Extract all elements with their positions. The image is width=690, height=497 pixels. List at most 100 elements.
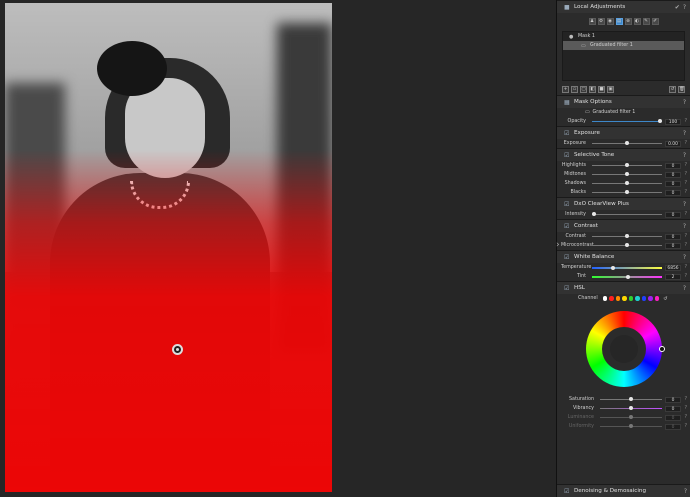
local-tool-eraser-icon[interactable]: ✎ [642, 17, 650, 25]
vibrancy-slider[interactable] [600, 406, 662, 410]
tint-value[interactable]: 2 [665, 273, 681, 280]
invert-mask-icon[interactable]: ◧ [589, 85, 596, 93]
slider-thumb[interactable] [625, 190, 629, 194]
help-icon[interactable]: ? [683, 223, 686, 230]
help-icon[interactable]: ? [681, 181, 687, 186]
help-icon[interactable]: ? [683, 4, 686, 11]
help-icon[interactable]: ? [681, 172, 687, 177]
local-tool-brush-icon[interactable]: ◉ [606, 17, 614, 25]
help-icon[interactable]: ? [684, 488, 687, 495]
show-mask-icon[interactable]: ■ [598, 85, 605, 93]
duplicate-mask-icon[interactable]: ▫ [571, 85, 578, 93]
help-icon[interactable]: ? [683, 152, 686, 159]
slider-thumb[interactable] [658, 119, 662, 123]
saturation-slider[interactable] [600, 397, 662, 401]
shadows-value[interactable]: 0 [665, 180, 681, 187]
help-icon[interactable]: ? [683, 201, 686, 208]
mask-options-header[interactable]: ▦ Mask Options ? [557, 95, 690, 108]
local-tool-gear-icon[interactable]: ⚙ [597, 17, 605, 25]
help-icon[interactable]: ? [681, 397, 687, 402]
check-icon[interactable]: ☑ [564, 254, 571, 261]
check-icon[interactable]: ☑ [564, 223, 571, 230]
local-tool-person-icon[interactable]: ♟ [588, 17, 596, 25]
help-icon[interactable]: ? [681, 141, 687, 146]
reset-icon[interactable]: ↺ [669, 85, 676, 93]
exposure-value[interactable]: 0.00 [665, 140, 681, 147]
slider-thumb[interactable] [626, 274, 631, 279]
slider-thumb[interactable] [629, 406, 633, 410]
intensity-slider[interactable] [592, 212, 662, 216]
channel-orange-dot[interactable] [615, 296, 621, 301]
slider-thumb[interactable] [625, 243, 629, 247]
hsl-wheel-handle[interactable] [658, 346, 665, 352]
help-icon[interactable]: ? [681, 243, 687, 248]
help-icon[interactable]: ? [681, 265, 687, 270]
opacity-value[interactable]: 100 [665, 118, 681, 125]
temperature-slider[interactable] [592, 265, 662, 270]
image-canvas[interactable] [0, 0, 556, 497]
contrast-slider[interactable] [592, 234, 662, 238]
channel-purple-dot[interactable] [648, 296, 653, 301]
blacks-slider[interactable] [592, 190, 662, 194]
slider-thumb[interactable] [629, 397, 633, 401]
contrast-value[interactable]: 0 [665, 233, 681, 240]
help-icon[interactable]: ? [681, 234, 687, 239]
white-balance-header[interactable]: ☑ White Balance ? [557, 250, 690, 263]
add-mask-icon[interactable]: + [562, 85, 569, 93]
slider-thumb[interactable] [625, 141, 629, 145]
delete-icon[interactable]: 🗑 [678, 85, 685, 93]
mask-item-selected[interactable]: ▭ Graduated filter 1 [563, 41, 684, 50]
microcontrast-value[interactable]: 0 [665, 242, 681, 249]
photo-preview[interactable] [5, 3, 332, 492]
opacity-slider[interactable] [592, 119, 662, 123]
check-icon[interactable]: ☑ [564, 488, 571, 495]
channel-green-dot[interactable] [628, 296, 634, 301]
panel-collapse-arrow-icon[interactable]: › [556, 240, 562, 250]
intensity-value[interactable]: 0 [665, 211, 681, 218]
channel-all-dot[interactable] [602, 296, 608, 301]
midtones-slider[interactable] [592, 172, 662, 176]
eye-icon[interactable]: ● [569, 34, 575, 40]
selective-tone-header[interactable]: ☑ Selective Tone ? [557, 148, 690, 161]
help-icon[interactable]: ? [683, 254, 686, 261]
help-icon[interactable]: ? [681, 119, 687, 124]
channel-yellow-dot[interactable] [622, 296, 627, 301]
exposure-header[interactable]: ☑ Exposure ? [557, 126, 690, 139]
check-icon[interactable]: ☑ [564, 201, 571, 208]
slider-thumb[interactable] [611, 265, 615, 270]
channel-cyan-dot[interactable] [635, 296, 640, 301]
help-icon[interactable]: ? [681, 406, 687, 411]
slider-thumb[interactable] [625, 172, 629, 176]
local-tool-eyedropper-icon[interactable]: ✐ [651, 17, 659, 25]
exposure-slider[interactable] [592, 141, 662, 145]
local-adjustments-header[interactable]: ■ Local Adjustments ✔ ? [557, 0, 690, 13]
local-tool-graduated-filter-icon[interactable]: ▤ [615, 17, 623, 25]
slider-thumb[interactable] [625, 234, 629, 238]
help-icon[interactable]: ? [681, 274, 687, 279]
check-icon[interactable]: ☑ [564, 285, 571, 292]
saturation-value[interactable]: 0 [665, 396, 681, 403]
help-icon[interactable]: ? [683, 285, 686, 292]
mask-item[interactable]: ● Mask 1 [563, 32, 684, 41]
copy-mask-icon[interactable]: ▢ [580, 85, 587, 93]
graduated-filter-pin[interactable] [172, 344, 183, 355]
slider-thumb[interactable] [625, 163, 629, 167]
pin-icon[interactable]: ✔ [675, 4, 680, 11]
fill-mask-icon[interactable]: ▣ [607, 85, 614, 93]
help-icon[interactable]: ? [681, 212, 687, 217]
blacks-value[interactable]: 0 [665, 189, 681, 196]
hsl-header[interactable]: ☑ HSL ? [557, 281, 690, 294]
channel-blue-dot[interactable] [641, 296, 647, 301]
highlights-slider[interactable] [592, 163, 662, 167]
help-icon[interactable]: ? [681, 190, 687, 195]
channel-red-dot[interactable] [609, 296, 614, 301]
help-icon[interactable]: ? [683, 99, 686, 106]
check-icon[interactable]: ☑ [564, 152, 571, 159]
highlights-value[interactable]: 0 [665, 162, 681, 169]
demosaicing-header[interactable]: ☑ Denoising & Demosaicing ? [557, 484, 690, 497]
hsl-color-wheel[interactable] [585, 311, 665, 387]
help-icon[interactable]: ? [681, 415, 687, 420]
help-icon[interactable]: ? [681, 424, 687, 429]
slider-thumb[interactable] [592, 212, 596, 216]
slider-thumb[interactable] [625, 181, 629, 185]
